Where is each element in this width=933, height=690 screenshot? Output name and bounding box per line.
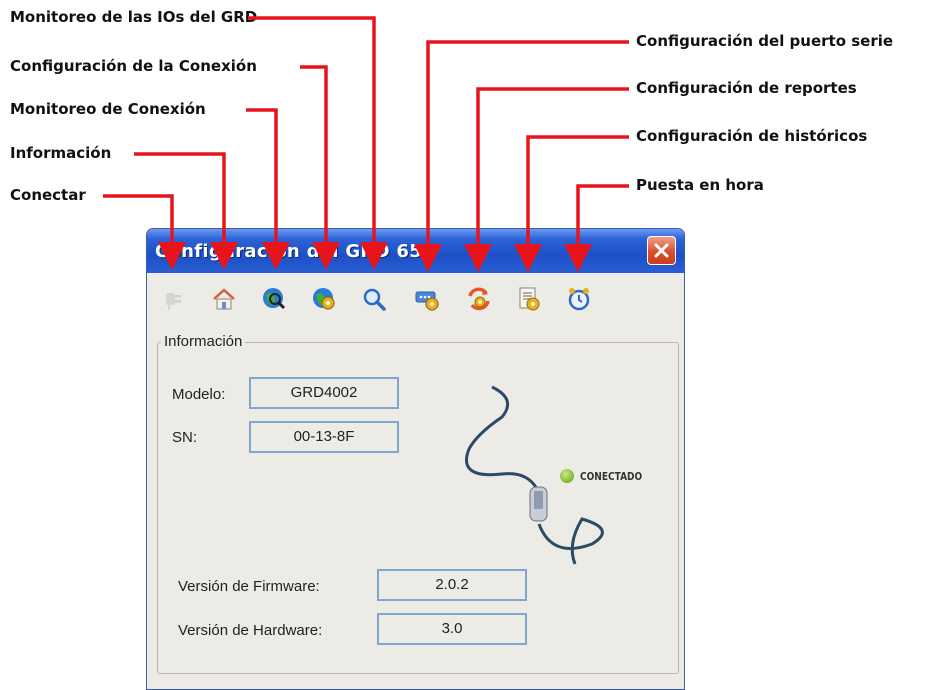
hardware-field: 3.0 (377, 613, 527, 645)
arrow-serial-port-config (414, 40, 629, 272)
callout-reports-config: Configuración de reportes (636, 79, 857, 97)
callout-set-time: Puesta en hora (636, 176, 764, 194)
window-title: Configuración del GRD 654 (155, 241, 435, 262)
close-button[interactable] (647, 236, 676, 265)
callout-info: Información (10, 144, 112, 162)
serial-port-gear-icon[interactable] (413, 285, 441, 313)
title-bar[interactable]: Configuración del GRD 654 (147, 229, 684, 273)
magnifier-icon[interactable] (360, 285, 388, 313)
status-indicator (560, 469, 574, 483)
firmware-field: 2.0.2 (377, 569, 527, 601)
callout-connection-monitor: Monitoreo de Conexión (10, 100, 206, 118)
document-gear-icon[interactable] (515, 285, 543, 313)
callout-connection-config: Configuración de la Conexión (10, 57, 257, 75)
status-text: CONECTADO (580, 470, 643, 483)
globe-search-icon[interactable] (260, 285, 288, 313)
callout-history-config: Configuración de históricos (636, 127, 868, 145)
alarm-clock-icon[interactable] (565, 285, 593, 313)
plug-icon[interactable] (160, 285, 188, 313)
config-window: Configuración del GRD 654 Información Mo… (146, 228, 685, 690)
callout-ios-monitor: Monitoreo de las IOs del GRD (10, 8, 258, 26)
sn-field: 00-13-8F (249, 421, 399, 453)
close-icon (654, 243, 669, 258)
home-icon[interactable] (210, 285, 238, 313)
model-field: GRD4002 (249, 377, 399, 409)
callout-serial-port-config: Configuración del puerto serie (636, 32, 894, 50)
info-legend: Información (161, 333, 246, 350)
hardware-label: Versión de Hardware: (178, 622, 323, 639)
refresh-gear-icon[interactable] (465, 285, 493, 313)
sn-label: SN: (172, 429, 198, 446)
model-label: Modelo: (172, 386, 226, 403)
firmware-label: Versión de Firmware: (178, 578, 320, 595)
callout-connect: Conectar (10, 186, 86, 204)
arrow-ios-monitor (248, 16, 388, 270)
globe-gear-icon[interactable] (310, 285, 338, 313)
